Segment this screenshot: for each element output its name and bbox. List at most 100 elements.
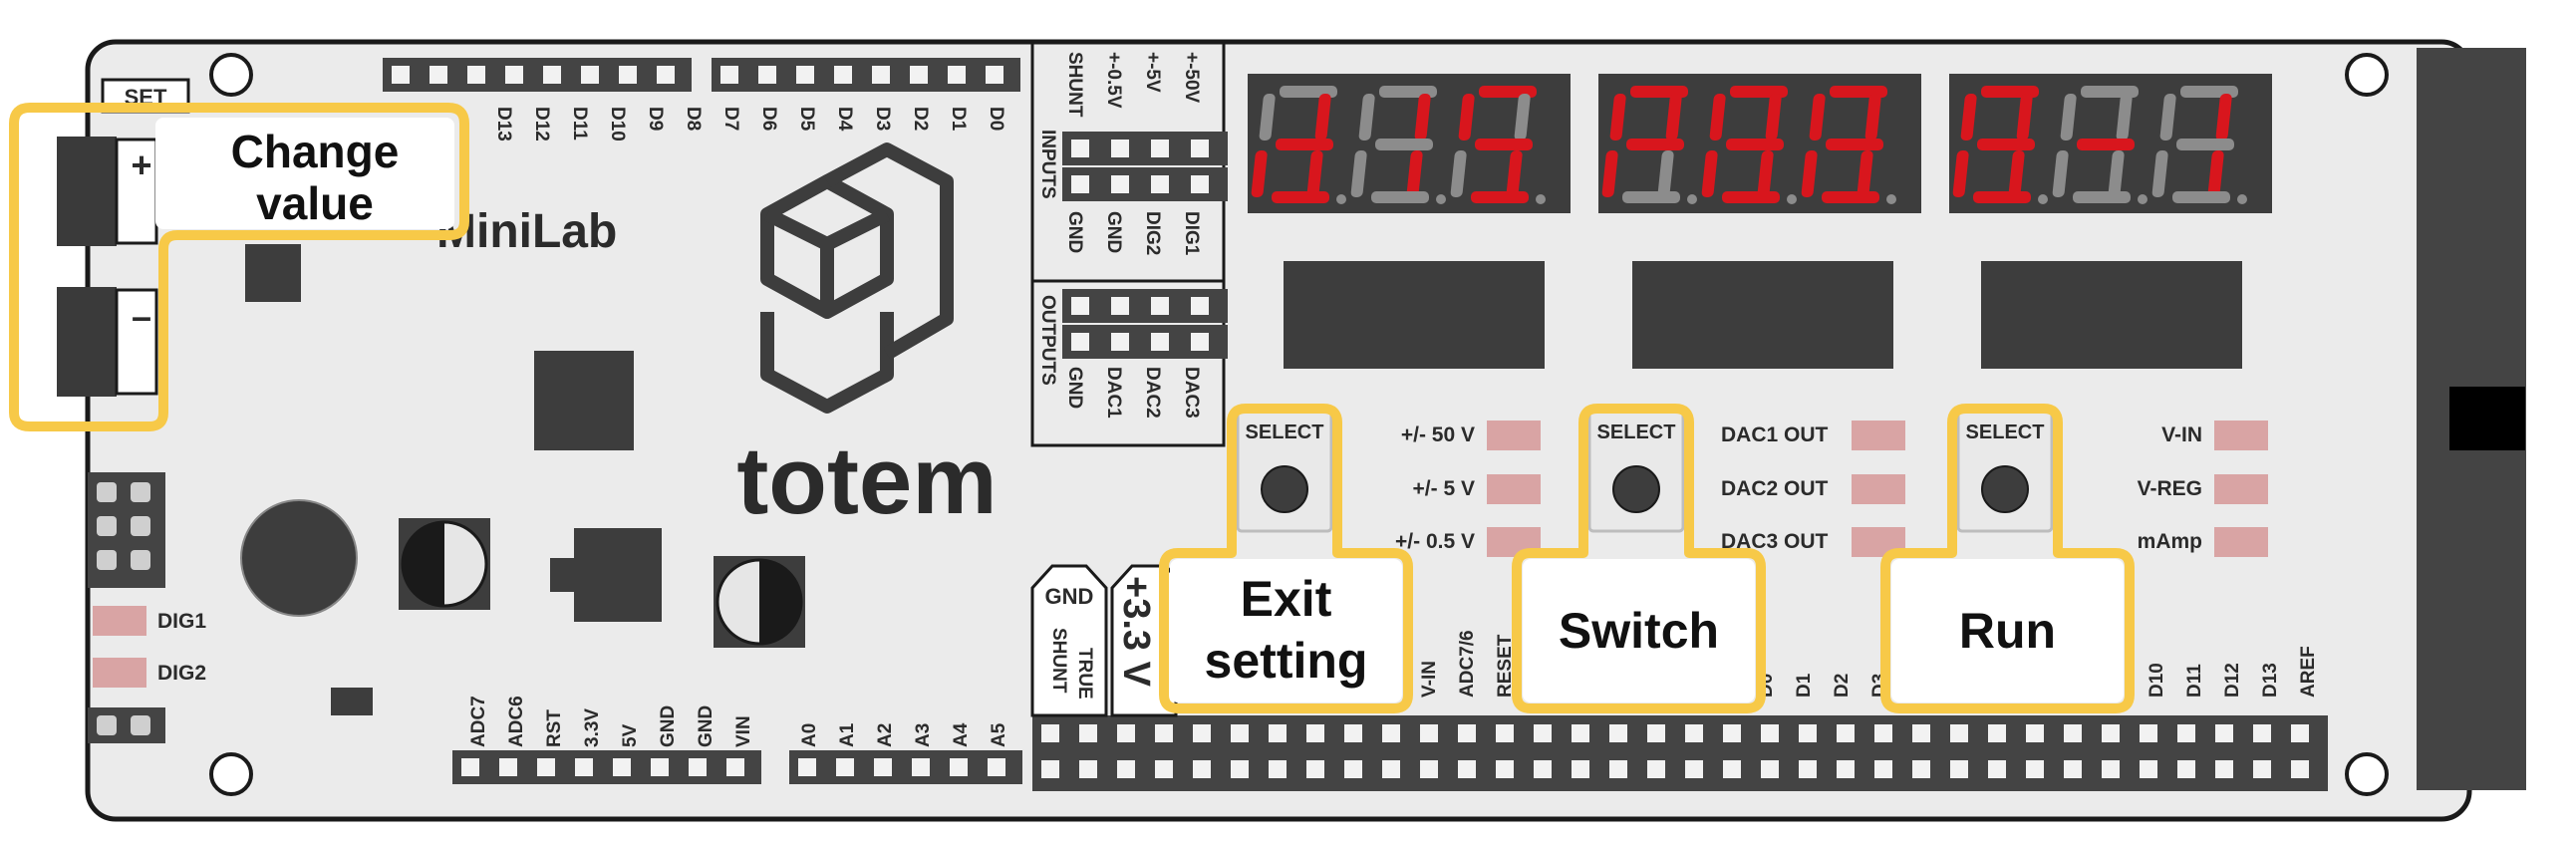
- run-text: Run: [1959, 603, 2056, 659]
- pin: [1420, 760, 1438, 778]
- pin: [619, 66, 637, 84]
- dac-indicator-label: DAC2 OUT: [1721, 477, 1829, 500]
- display-window-2: [1632, 261, 1893, 369]
- power-indicator-label: V-IN: [2161, 423, 2202, 446]
- top-pin-label: D2: [910, 107, 931, 131]
- pin: [1071, 297, 1089, 315]
- bottom-pin-label: VIN: [733, 715, 754, 747]
- pin: [1761, 724, 1779, 742]
- pin: [798, 758, 816, 776]
- bottom-pin-label: ADC7: [468, 696, 489, 747]
- top-pin-label: D0: [986, 107, 1006, 131]
- pin: [796, 66, 814, 84]
- power-indicator-label: V-REG: [2138, 477, 2202, 500]
- pin: [1151, 140, 1169, 157]
- top-pin-label: D13: [493, 107, 514, 141]
- pin: [581, 66, 599, 84]
- pin: [1609, 724, 1627, 742]
- top-pin-label: D11: [569, 107, 590, 140]
- minus-label: –: [132, 296, 151, 337]
- pin: [2291, 724, 2309, 742]
- gnd-tab-label: SHUNT: [1048, 628, 1069, 694]
- dig-led-label: DIG1: [157, 610, 206, 633]
- pin: [1306, 724, 1324, 742]
- pin: [1071, 175, 1089, 193]
- mounting-hole: [2345, 752, 2389, 796]
- pin: [1117, 724, 1135, 742]
- pin: [988, 758, 1005, 776]
- pin: [1950, 760, 1968, 778]
- pin: [1723, 760, 1741, 778]
- select-button[interactable]: [1612, 465, 1660, 513]
- pin: [651, 758, 669, 776]
- pin: [97, 516, 117, 536]
- input-label: +-50V: [1181, 52, 1202, 104]
- top-pin-label: D4: [834, 107, 855, 132]
- mounting-hole: [209, 752, 253, 796]
- display-dot: [2038, 194, 2048, 204]
- pin: [657, 66, 675, 84]
- voltage-indicator-label: +/- 5 V: [1413, 477, 1475, 500]
- pin: [1761, 760, 1779, 778]
- pin: [1874, 760, 1892, 778]
- analog-pin-label: A4: [951, 722, 972, 747]
- pin: [2064, 724, 2082, 742]
- top-header-left-strip: [383, 58, 692, 92]
- pin: [1534, 760, 1552, 778]
- pin: [1534, 724, 1552, 742]
- dac-led: [1852, 474, 1905, 504]
- bottom-pin-label: ADC6: [506, 696, 527, 747]
- top-pin-label: D7: [720, 107, 741, 131]
- display-segment: [1726, 139, 1784, 150]
- bottom-pin-label: 5V: [620, 723, 641, 747]
- pin: [1382, 724, 1400, 742]
- pin: [1344, 760, 1362, 778]
- display-segment: [1826, 139, 1883, 150]
- pin: [1191, 333, 1209, 351]
- pin: [836, 758, 854, 776]
- input-label: +-0.5V: [1103, 52, 1124, 109]
- mounting-hole: [209, 53, 253, 97]
- select-button[interactable]: [1261, 465, 1308, 513]
- top-header-right-strip: [712, 58, 1020, 92]
- display-segment: [1276, 139, 1333, 150]
- voltage-led: [1487, 421, 1541, 450]
- small-chip: [245, 244, 301, 302]
- pin: [2140, 760, 2157, 778]
- analog-pin-label: A1: [837, 722, 858, 747]
- gnd-tab-label: TRUE: [1074, 648, 1095, 700]
- display-window-1: [1284, 261, 1545, 369]
- bottom-pin-label: RST: [544, 709, 565, 747]
- pin: [1572, 760, 1589, 778]
- pin: [1193, 724, 1211, 742]
- pin: [1191, 175, 1209, 193]
- minilab-board-diagram: SET + – MiniLab totem D13 D12 D11 D10 D9 D8: [9, 39, 2526, 822]
- pin: [1685, 760, 1703, 778]
- pin: [1191, 297, 1209, 315]
- power-led: [2214, 421, 2268, 450]
- digital-pin-label: D10: [2147, 663, 2167, 698]
- pin: [2253, 724, 2271, 742]
- pin: [1988, 760, 2006, 778]
- pin: [1269, 760, 1287, 778]
- select-button[interactable]: [1981, 465, 2029, 513]
- pin: [912, 758, 930, 776]
- display-segment: [1822, 191, 1879, 203]
- pin: [2291, 760, 2309, 778]
- display-dot: [1536, 194, 1546, 204]
- pin: [2102, 760, 2120, 778]
- input-label: +-5V: [1142, 52, 1163, 93]
- pin: [1912, 724, 1930, 742]
- display-window-3: [1981, 261, 2242, 369]
- top-pin-label: D6: [758, 107, 779, 131]
- pin: [910, 66, 928, 84]
- dac-indicator-label: DAC1 OUT: [1721, 423, 1829, 446]
- pin: [131, 550, 150, 570]
- select-label: SELECT: [1597, 421, 1676, 443]
- pin: [2026, 724, 2044, 742]
- input-label: SHUNT: [1064, 52, 1085, 118]
- top-pin-label: D8: [683, 107, 704, 131]
- pin: [1458, 760, 1476, 778]
- pin: [505, 66, 523, 84]
- pin: [1647, 724, 1665, 742]
